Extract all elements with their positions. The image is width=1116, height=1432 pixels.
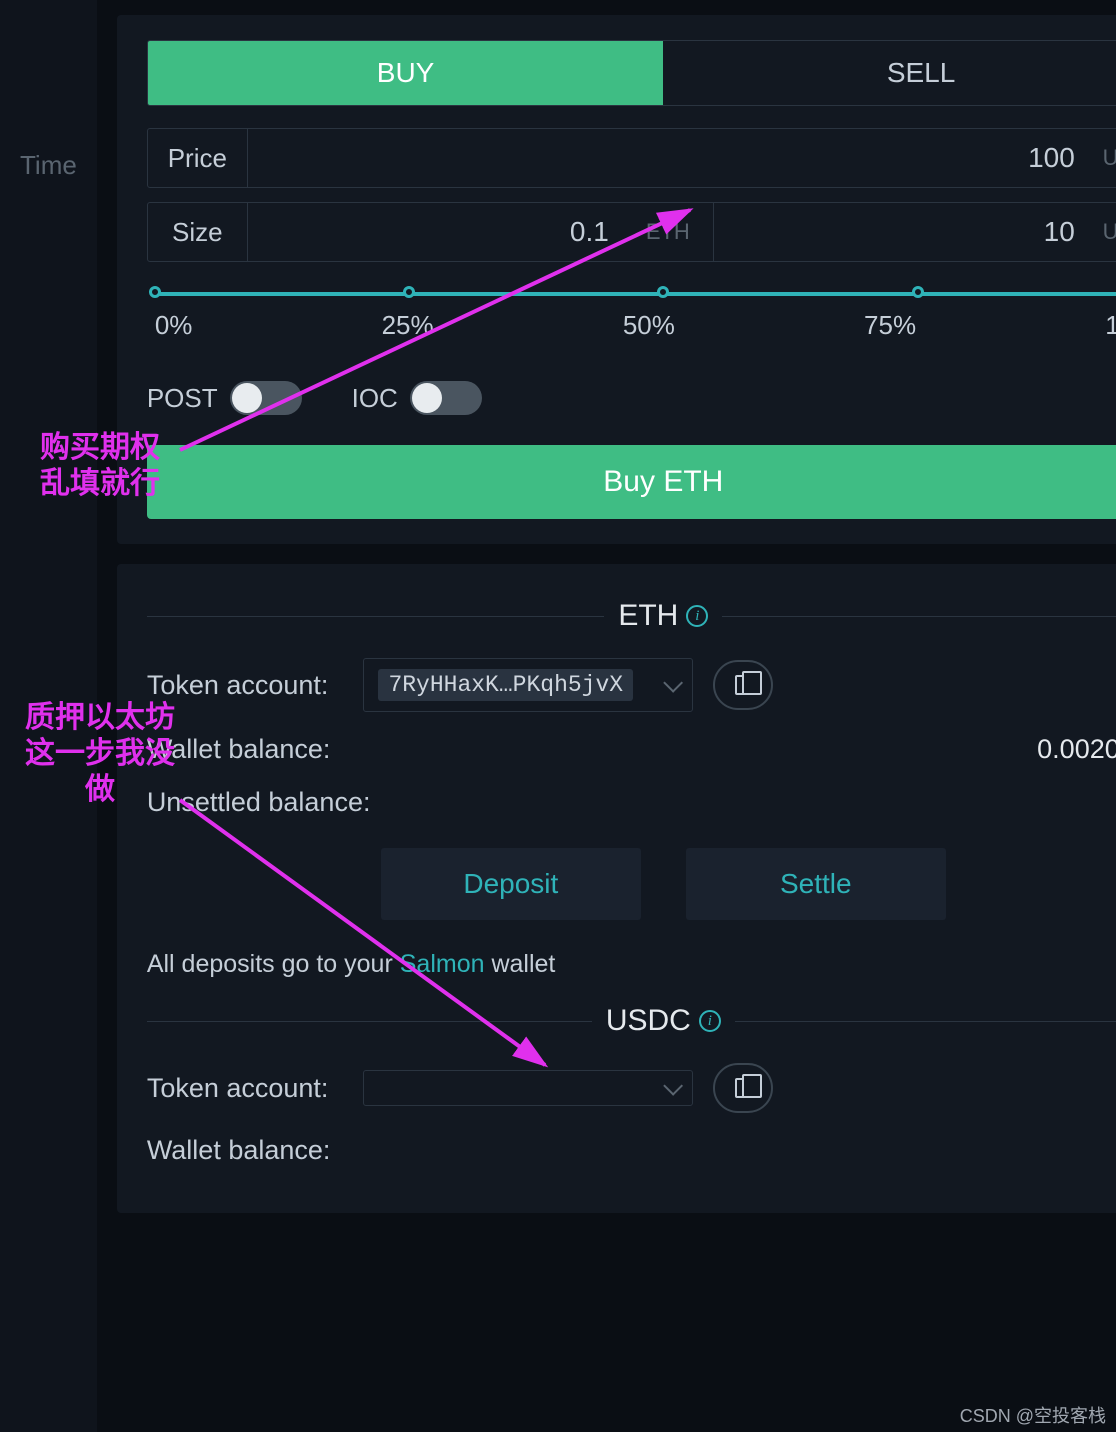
size-quote-input[interactable]: [714, 203, 1089, 261]
trade-panel: BUY SELL Price USDC Size ETH USDC: [117, 15, 1116, 544]
post-label: POST: [147, 383, 218, 414]
copy-button[interactable]: [713, 660, 773, 710]
settle-button[interactable]: Settle: [686, 848, 946, 920]
price-unit: USDC: [1089, 129, 1116, 187]
usdc-token-account-select[interactable]: [363, 1070, 693, 1106]
size-slider[interactable]: 0% 25% 50% 75% 100%: [155, 292, 1116, 341]
usdc-section-header: USDC i: [147, 1004, 1116, 1038]
eth-wallet-value: 0.00203928: [1037, 734, 1116, 765]
wallet-balance-label: Wallet balance:: [147, 1135, 331, 1166]
sell-tab[interactable]: SELL: [663, 41, 1116, 105]
eth-token-account: 7RyHHaxK…PKqh5jvX: [378, 669, 633, 701]
eth-token-account-select[interactable]: 7RyHHaxK…PKqh5jvX: [363, 658, 693, 712]
info-icon[interactable]: i: [699, 1010, 721, 1032]
usdc-token-account-row: Token account:: [147, 1063, 1116, 1113]
slider-tick: [149, 286, 161, 298]
slider-label: 25%: [382, 310, 434, 341]
main-panel-area: BUY SELL Price USDC Size ETH USDC: [99, 0, 1116, 1432]
token-account-label: Token account:: [147, 670, 329, 701]
copy-button[interactable]: [713, 1063, 773, 1113]
price-label: Price: [148, 129, 248, 187]
eth-actions: Deposit Settle: [147, 848, 1116, 920]
sidebar: Time: [0, 0, 99, 1432]
deposit-note: All deposits go to your Salmon wallet: [147, 950, 1116, 979]
slider-labels: 0% 25% 50% 75% 100%: [155, 310, 1116, 341]
time-label: Time: [20, 150, 77, 181]
eth-section-header: ETH i: [147, 599, 1116, 633]
eth-token-account-row: Token account: 7RyHHaxK…PKqh5jvX: [147, 658, 1116, 712]
balances-panel: ETH i Token account: 7RyHHaxK…PKqh5jvX W…: [117, 564, 1116, 1213]
chevron-down-icon: [664, 673, 684, 693]
slider-tick: [912, 286, 924, 298]
deposit-button[interactable]: Deposit: [381, 848, 641, 920]
price-row: Price USDC: [147, 128, 1116, 188]
slider-tick: [657, 286, 669, 298]
eth-wallet-row: Wallet balance: 0.00203928: [147, 734, 1116, 765]
slider-label: 75%: [864, 310, 916, 341]
copy-icon: [735, 1078, 751, 1098]
buy-tab[interactable]: BUY: [148, 41, 664, 105]
size-quote-unit: USDC: [1089, 203, 1116, 261]
usdc-wallet-row: Wallet balance:: [147, 1135, 1116, 1166]
info-icon[interactable]: i: [686, 605, 708, 627]
size-base-unit: ETH: [623, 203, 713, 261]
unsettled-balance-label: Unsettled balance:: [147, 787, 371, 818]
eth-title: ETH: [618, 599, 678, 633]
chevron-down-icon: [664, 1076, 684, 1096]
eth-unsettled-row: Unsettled balance:: [147, 787, 1116, 818]
slider-track: [155, 292, 1116, 296]
size-row: Size ETH USDC: [147, 202, 1116, 262]
slider-label: 50%: [623, 310, 675, 341]
buy-sell-tabs: BUY SELL: [147, 40, 1116, 106]
ioc-toggle[interactable]: [410, 381, 482, 415]
buy-button[interactable]: Buy ETH: [147, 445, 1116, 519]
size-label: Size: [148, 203, 248, 261]
post-toggle[interactable]: [230, 381, 302, 415]
price-input[interactable]: [248, 129, 1089, 187]
slider-label: 100%: [1105, 310, 1116, 341]
order-options: POST IOC: [147, 381, 1116, 415]
salmon-link[interactable]: Salmon: [400, 950, 485, 978]
size-base-input[interactable]: [248, 203, 623, 261]
slider-tick: [403, 286, 415, 298]
token-account-label: Token account:: [147, 1073, 329, 1104]
wallet-balance-label: Wallet balance:: [147, 734, 331, 765]
copy-icon: [735, 675, 751, 695]
usdc-title: USDC: [606, 1004, 691, 1038]
slider-label: 0%: [155, 310, 193, 341]
ioc-label: IOC: [352, 383, 398, 414]
